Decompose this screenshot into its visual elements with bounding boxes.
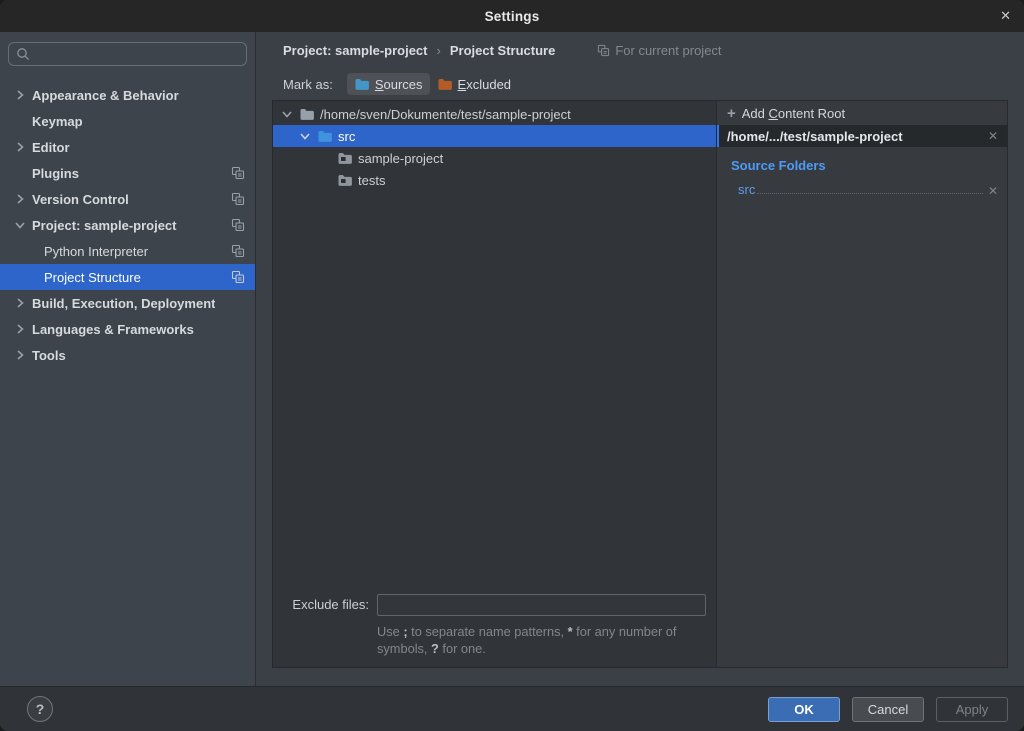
- settings-dialog: Settings ✕ Appearance & Behavior Keymap: [0, 0, 1024, 731]
- sidebar-item-version-control[interactable]: Version Control: [0, 186, 255, 212]
- tree-row-sample-project[interactable]: sample-project: [273, 147, 716, 169]
- tree-row-src[interactable]: src: [273, 125, 716, 147]
- sidebar-item-plugins[interactable]: Plugins: [0, 160, 255, 186]
- chevron-right-icon: [12, 295, 28, 311]
- sidebar-item-appearance-behavior[interactable]: Appearance & Behavior: [0, 82, 255, 108]
- chevron-right-icon: [12, 191, 28, 207]
- source-folders-title: Source Folders: [717, 147, 1007, 177]
- breadcrumb: Project: sample-project › Project Struct…: [256, 32, 1024, 68]
- tree-row-tests[interactable]: tests: [273, 169, 716, 191]
- sidebar-item-python-interpreter[interactable]: Python Interpreter: [0, 238, 255, 264]
- dialog-title: Settings: [485, 9, 540, 24]
- folder-icon: [299, 106, 315, 122]
- content-roots-panel: + Add Content Root /home/.../test/sample…: [717, 101, 1007, 667]
- breadcrumb-project: Project: sample-project: [283, 43, 428, 58]
- sidebar-item-build-execution-deployment[interactable]: Build, Execution, Deployment: [0, 290, 255, 316]
- mark-sources-label: Sources: [375, 77, 423, 92]
- tree-row-content-root[interactable]: /home/sven/Dokumente/test/sample-project: [273, 103, 716, 125]
- content-root-path: /home/.../test/sample-project: [727, 129, 903, 144]
- content-tree-panel: /home/sven/Dokumente/test/sample-project…: [273, 101, 717, 667]
- exclude-files-hint: Use ; to separate name patterns, * for a…: [377, 623, 709, 657]
- sidebar-item-editor[interactable]: Editor: [0, 134, 255, 160]
- chevron-right-icon: [12, 321, 28, 337]
- excluded-folder-icon: [437, 76, 453, 92]
- project-scope-icon: [231, 270, 245, 284]
- chevron-down-icon: [12, 217, 28, 233]
- dotted-leader: [757, 193, 983, 194]
- project-scope-icon: [597, 44, 610, 57]
- close-icon[interactable]: ✕: [1000, 0, 1011, 32]
- search-icon: [16, 47, 30, 61]
- mark-as-toolbar: Mark as: Sources Excluded: [256, 68, 1024, 100]
- project-scope-icon: [231, 192, 245, 206]
- title-bar: Settings ✕: [0, 0, 1024, 32]
- ok-button[interactable]: OK: [768, 697, 840, 722]
- package-folder-icon: [337, 172, 353, 188]
- remove-source-folder-icon[interactable]: ✕: [988, 185, 998, 197]
- apply-button[interactable]: Apply: [936, 697, 1008, 722]
- sidebar-item-project-structure[interactable]: Project Structure: [0, 264, 255, 290]
- directory-tree: /home/sven/Dokumente/test/sample-project…: [273, 101, 716, 594]
- project-scope-icon: [231, 218, 245, 232]
- settings-sidebar: Appearance & Behavior Keymap Editor Plug…: [0, 32, 256, 686]
- help-button[interactable]: ?: [27, 696, 53, 722]
- mark-sources-button[interactable]: Sources: [347, 73, 430, 95]
- source-folder-icon: [317, 128, 333, 144]
- chevron-right-icon: [12, 87, 28, 103]
- exclude-files-input[interactable]: [377, 594, 706, 616]
- exclude-files-section: Exclude files: Use ; to separate name pa…: [273, 594, 716, 667]
- source-folder-item[interactable]: src ✕: [738, 179, 998, 197]
- scope-note: For current project: [597, 43, 721, 58]
- bottom-spacer: [256, 668, 1024, 686]
- cancel-button[interactable]: Cancel: [852, 697, 924, 722]
- sidebar-item-project-sample-project[interactable]: Project: sample-project: [0, 212, 255, 238]
- sidebar-item-tools[interactable]: Tools: [0, 342, 255, 368]
- scope-note-label: For current project: [615, 43, 721, 58]
- project-scope-icon: [231, 166, 245, 180]
- plus-icon: +: [727, 106, 736, 121]
- content-root-item[interactable]: /home/.../test/sample-project ✕: [717, 125, 1007, 147]
- chevron-down-icon: [297, 128, 313, 144]
- breadcrumb-page: Project Structure: [450, 43, 555, 58]
- dialog-footer: ? OK Cancel Apply: [0, 686, 1024, 731]
- sidebar-item-keymap[interactable]: Keymap: [0, 108, 255, 134]
- sidebar-nav: Appearance & Behavior Keymap Editor Plug…: [0, 82, 255, 686]
- add-content-root-button[interactable]: + Add Content Root: [717, 101, 1007, 125]
- chevron-down-icon: [279, 106, 295, 122]
- question-mark-icon: ?: [36, 701, 45, 717]
- breadcrumb-separator: ›: [437, 43, 441, 58]
- source-folder-name: src: [738, 183, 755, 197]
- project-structure-panels: /home/sven/Dokumente/test/sample-project…: [272, 100, 1008, 668]
- source-folder-icon: [354, 76, 370, 92]
- settings-content: Project: sample-project › Project Struct…: [256, 32, 1024, 686]
- mark-excluded-label: Excluded: [458, 77, 511, 92]
- exclude-files-label: Exclude files:: [273, 597, 369, 612]
- mark-as-label: Mark as:: [283, 77, 333, 92]
- chevron-right-icon: [12, 347, 28, 363]
- chevron-right-icon: [12, 139, 28, 155]
- project-scope-icon: [231, 244, 245, 258]
- footer-buttons: OK Cancel Apply: [768, 697, 1008, 722]
- search-input[interactable]: [8, 42, 247, 66]
- sidebar-item-languages-frameworks[interactable]: Languages & Frameworks: [0, 316, 255, 342]
- remove-content-root-icon[interactable]: ✕: [988, 130, 998, 142]
- package-folder-icon: [337, 150, 353, 166]
- mark-excluded-button[interactable]: Excluded: [430, 73, 518, 95]
- add-content-root-label: Add Content Root: [742, 106, 845, 121]
